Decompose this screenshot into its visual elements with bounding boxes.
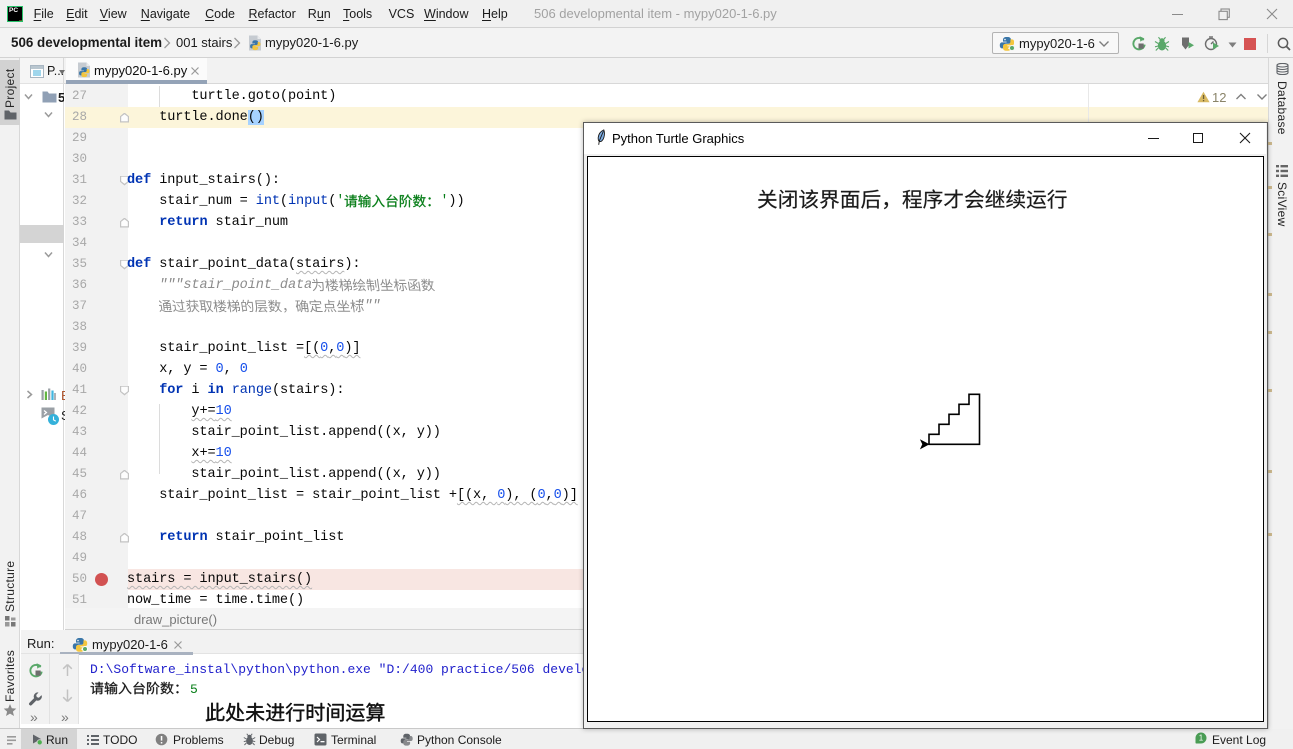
svg-text:1: 1 xyxy=(1199,734,1204,743)
